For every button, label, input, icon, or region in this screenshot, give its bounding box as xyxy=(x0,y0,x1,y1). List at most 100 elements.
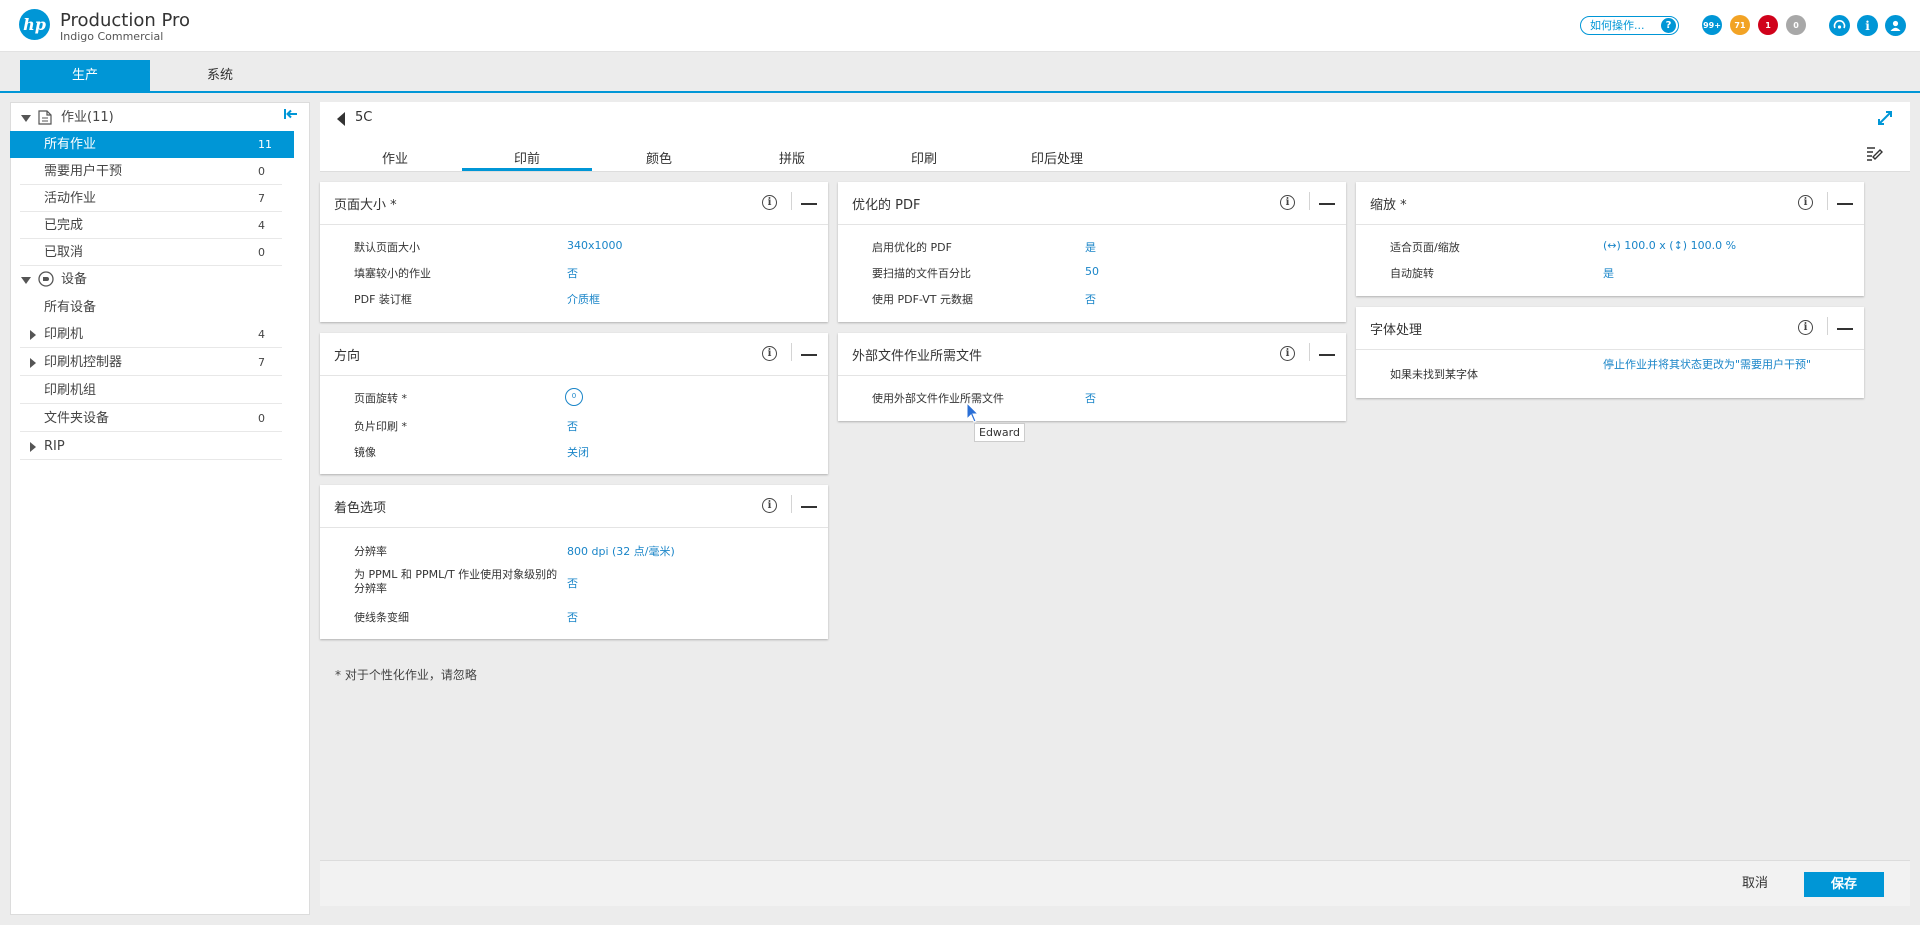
setting-value[interactable]: 关闭 xyxy=(567,444,589,460)
divider xyxy=(20,459,282,460)
chevron-right-icon[interactable] xyxy=(30,358,36,368)
sidebar-item-cancelled[interactable]: 已取消 0 xyxy=(10,239,294,266)
rotation-dial-icon[interactable]: 0 xyxy=(565,388,583,406)
sidebar-group-label: 设备 xyxy=(61,272,88,287)
sidebar-group-label: 作业(11) xyxy=(61,110,114,125)
collapse-icon[interactable] xyxy=(801,203,817,205)
tab-production[interactable]: 生产 xyxy=(20,60,150,91)
setting-label: 页面旋转 * xyxy=(354,392,407,405)
setting-value[interactable]: 否 xyxy=(1085,291,1096,307)
sidebar-item-presses[interactable]: 印刷机 4 xyxy=(10,321,294,348)
nav-underline xyxy=(0,91,1920,93)
notification-badge-blue[interactable]: 99+ xyxy=(1702,15,1722,35)
setting-label: 如果未找到某字体 xyxy=(1390,368,1478,381)
edit-list-icon[interactable] xyxy=(1866,144,1884,162)
sidebar-item-folder-devices[interactable]: 文件夹设备 0 xyxy=(10,405,294,432)
setting-value[interactable]: 否 xyxy=(567,609,578,625)
setting-value[interactable]: 停止作业并将其状态更改为"需要用户干预" xyxy=(1603,358,1823,371)
setting-label: 镜像 xyxy=(354,446,376,459)
card-title: 方向 xyxy=(334,349,361,364)
card-external-files: 外部文件作业所需文件 i 使用外部文件作业所需文件 否 xyxy=(838,333,1346,421)
setting-value[interactable]: 340x1000 xyxy=(567,239,623,252)
info-icon[interactable]: i xyxy=(1798,195,1813,210)
sidebar-item-label: 已完成 xyxy=(44,218,84,233)
card-coloring-options: 着色选项 i 分辨率 800 dpi (32 点/毫米) 为 PPML 和 PP… xyxy=(320,485,828,639)
sidebar-item-all-jobs[interactable]: 所有作业 11 xyxy=(10,131,294,158)
help-icon: ? xyxy=(1661,18,1676,33)
tab-imposition[interactable]: 拼版 xyxy=(727,148,857,167)
sidebar-item-label: 印刷机 xyxy=(44,327,84,342)
collapse-sidebar-icon[interactable] xyxy=(284,108,300,124)
divider xyxy=(791,192,792,210)
user-icon[interactable] xyxy=(1885,15,1906,36)
info-icon[interactable]: i xyxy=(762,195,777,210)
setting-value[interactable]: (↔) 100.0 x (↕) 100.0 % xyxy=(1603,239,1736,252)
sidebar-item-press-controllers[interactable]: 印刷机控制器 7 xyxy=(10,349,294,376)
tab-prepress[interactable]: 印前 xyxy=(462,148,592,167)
info-icon[interactable]: i xyxy=(1280,195,1295,210)
sidebar-item-all-devices[interactable]: 所有设备 xyxy=(10,294,294,321)
chevron-down-icon[interactable] xyxy=(21,115,31,122)
how-to-button[interactable]: 如何操作... ? xyxy=(1580,16,1679,35)
setting-label: PDF 装订框 xyxy=(354,293,412,306)
collapse-icon[interactable] xyxy=(1837,328,1853,330)
tab-color[interactable]: 颜色 xyxy=(594,148,724,167)
sidebar-item-needs-attention[interactable]: 需要用户干预 0 xyxy=(10,158,294,185)
card-title: 优化的 PDF xyxy=(852,198,921,213)
collapse-icon[interactable] xyxy=(801,506,817,508)
sidebar-item-label: 所有设备 xyxy=(44,300,97,315)
tab-printing[interactable]: 印刷 xyxy=(859,148,989,167)
chevron-right-icon[interactable] xyxy=(30,442,36,452)
tab-system[interactable]: 系统 xyxy=(155,60,285,91)
collapse-icon[interactable] xyxy=(1319,203,1335,205)
save-button[interactable]: 保存 xyxy=(1804,872,1884,897)
expand-icon[interactable] xyxy=(1877,110,1893,126)
setting-value[interactable]: 否 xyxy=(567,418,578,434)
setting-value[interactable]: 否 xyxy=(1085,390,1096,406)
divider xyxy=(1309,343,1310,361)
sidebar-group-devices[interactable]: 设备 xyxy=(10,266,294,293)
collapse-icon[interactable] xyxy=(801,354,817,356)
setting-value[interactable]: 是 xyxy=(1603,265,1614,281)
info-icon[interactable]: i xyxy=(762,346,777,361)
sidebar-item-count: 0 xyxy=(258,412,265,425)
sidebar-group-jobs[interactable]: 作业(11) xyxy=(10,104,294,131)
notification-badge-orange[interactable]: 71 xyxy=(1730,15,1750,35)
cancel-button[interactable]: 取消 xyxy=(1725,873,1785,895)
sidebar-item-completed[interactable]: 已完成 4 xyxy=(10,212,294,239)
setting-value[interactable]: 800 dpi (32 点/毫米) xyxy=(567,543,675,559)
divider xyxy=(838,375,1346,376)
settings-dial-icon[interactable] xyxy=(1829,15,1850,36)
divider xyxy=(320,527,828,528)
setting-label: 要扫描的文件百分比 xyxy=(872,267,971,280)
collapse-icon[interactable] xyxy=(1837,203,1853,205)
document-icon xyxy=(38,110,52,125)
tab-job[interactable]: 作业 xyxy=(330,148,460,167)
tab-finishing[interactable]: 印后处理 xyxy=(992,148,1122,167)
setting-label: 自动旋转 xyxy=(1390,267,1434,280)
info-icon[interactable]: i xyxy=(1280,346,1295,361)
setting-label: 默认页面大小 xyxy=(354,241,420,254)
card-title: 缩放 * xyxy=(1370,198,1407,213)
back-arrow-icon[interactable] xyxy=(337,112,345,126)
setting-value[interactable]: 50 xyxy=(1085,265,1099,278)
notification-badge-red[interactable]: 1 xyxy=(1758,15,1778,35)
info-icon[interactable]: i xyxy=(1857,15,1878,36)
sidebar-item-active-jobs[interactable]: 活动作业 7 xyxy=(10,185,294,212)
sidebar-item-press-groups[interactable]: 印刷机组 xyxy=(10,377,294,404)
sidebar-item-rip[interactable]: RIP xyxy=(10,433,294,460)
app-title: Production Pro xyxy=(60,10,191,31)
divider xyxy=(791,343,792,361)
setting-value[interactable]: 介质框 xyxy=(567,291,600,307)
setting-value[interactable]: 否 xyxy=(567,575,578,591)
collapse-icon[interactable] xyxy=(1319,354,1335,356)
notification-badge-gray[interactable]: 0 xyxy=(1786,15,1806,35)
setting-value[interactable]: 否 xyxy=(567,265,578,281)
sidebar-item-label: 活动作业 xyxy=(44,191,97,206)
setting-value[interactable]: 是 xyxy=(1085,239,1096,255)
info-icon[interactable]: i xyxy=(1798,320,1813,335)
chevron-down-icon[interactable] xyxy=(21,277,31,284)
chevron-right-icon[interactable] xyxy=(30,330,36,340)
info-icon[interactable]: i xyxy=(762,498,777,513)
sidebar-item-count: 11 xyxy=(258,138,272,151)
